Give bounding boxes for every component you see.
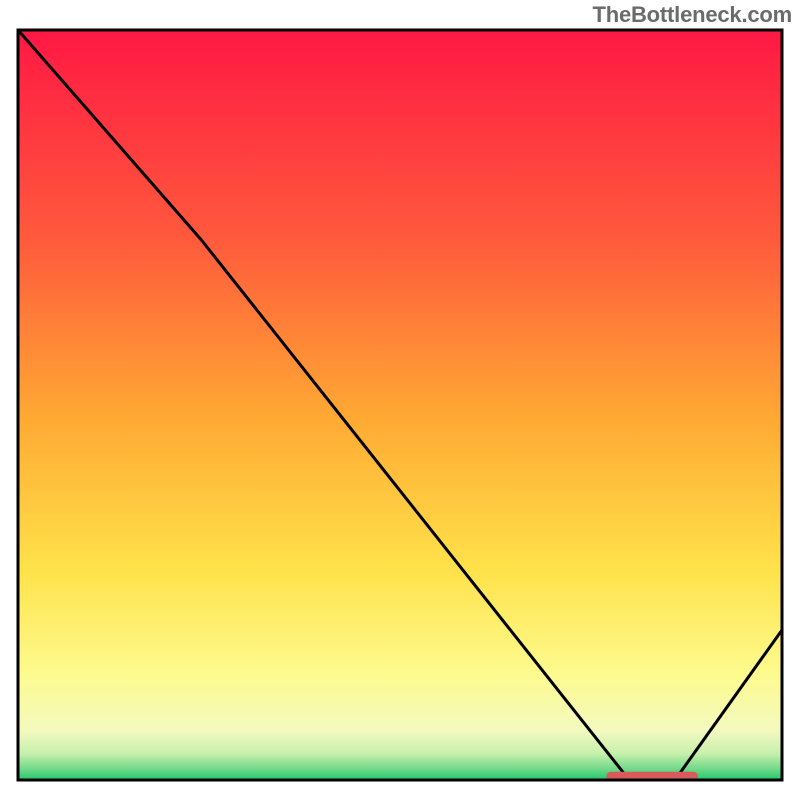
- chart-container: TheBottleneck.com: [0, 0, 800, 800]
- chart-svg: [0, 0, 800, 800]
- plot-background: [18, 30, 782, 780]
